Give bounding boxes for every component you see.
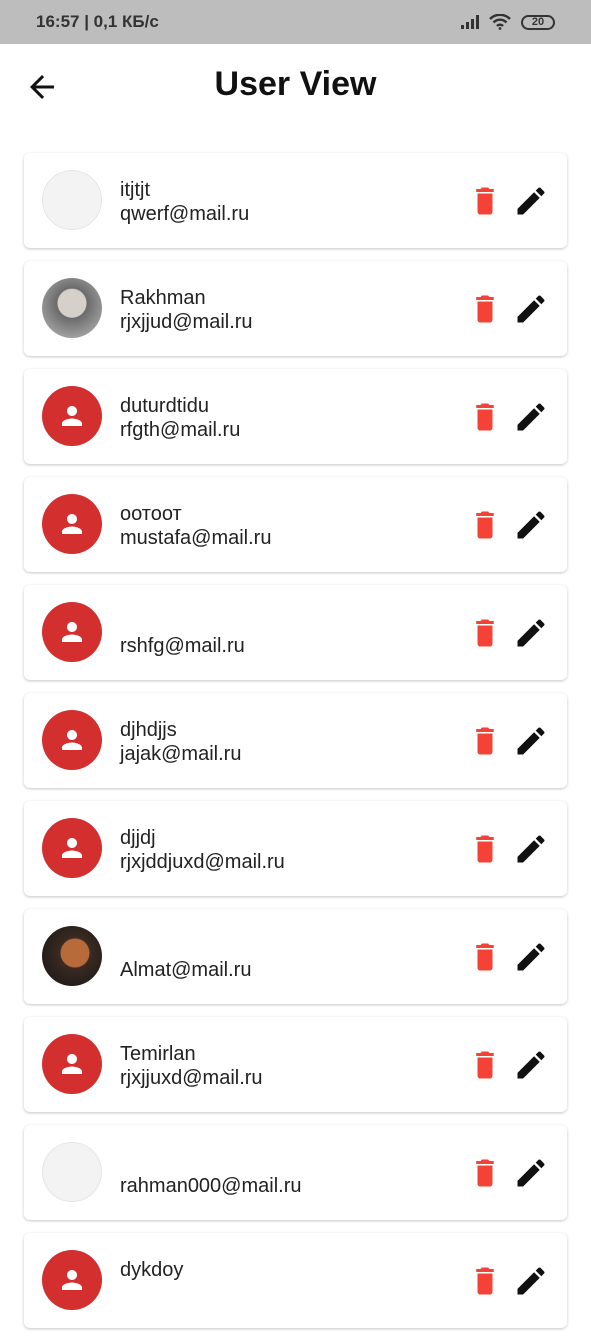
user-list: itjtjt qwerf@mail.ru Rakhman rjxjjud@mail.r…: [24, 153, 567, 1341]
user-email: rshfg@mail.ru: [120, 635, 245, 657]
avatar: [42, 602, 102, 662]
delete-icon[interactable]: [470, 939, 500, 975]
status-icons: 20: [461, 14, 555, 30]
edit-icon[interactable]: [513, 1263, 549, 1299]
user-card[interactable]: Rakhman rjxjjud@mail.ru: [24, 261, 567, 356]
edit-icon[interactable]: [513, 1155, 549, 1191]
edit-icon[interactable]: [513, 291, 549, 327]
delete-icon[interactable]: [470, 615, 500, 651]
user-email: qwerf@mail.ru: [120, 203, 250, 225]
user-name: djjdj: [120, 827, 156, 849]
user-email: rahman000@mail.ru: [120, 1175, 302, 1197]
avatar-photo: [42, 926, 102, 986]
delete-icon[interactable]: [470, 831, 500, 867]
delete-icon[interactable]: [470, 399, 500, 435]
user-card[interactable]: djjdj rjxjddjuxd@mail.ru: [24, 801, 567, 896]
person-icon: [62, 838, 82, 858]
user-name: dykdoy: [120, 1259, 184, 1281]
user-name: оотоот: [120, 503, 182, 525]
user-name: itjtjt: [120, 179, 150, 201]
user-card[interactable]: dykdoy: [24, 1233, 567, 1328]
edit-icon[interactable]: [513, 183, 549, 219]
edit-icon[interactable]: [513, 723, 549, 759]
person-icon: [62, 1054, 82, 1074]
user-name: djhdjjs: [120, 719, 177, 741]
user-card[interactable]: duturdtidu rfgth@mail.ru: [24, 369, 567, 464]
avatar-photo: [42, 170, 102, 230]
user-name: duturdtidu: [120, 395, 209, 417]
person-icon: [62, 1270, 82, 1290]
user-card[interactable]: itjtjt qwerf@mail.ru: [24, 153, 567, 248]
edit-icon[interactable]: [513, 1047, 549, 1083]
user-card[interactable]: Almat@mail.ru: [24, 909, 567, 1004]
avatar: [42, 494, 102, 554]
signal-icon: [461, 15, 479, 29]
person-icon: [62, 406, 82, 426]
delete-icon[interactable]: [470, 1155, 500, 1191]
person-icon: [62, 514, 82, 534]
edit-icon[interactable]: [513, 831, 549, 867]
user-card[interactable]: rahman000@mail.ru: [24, 1125, 567, 1220]
status-bar: 16:57 | 0,1 КБ/с 20: [0, 0, 591, 44]
user-email: rfgth@mail.ru: [120, 419, 241, 441]
wifi-icon: [489, 14, 511, 30]
edit-icon[interactable]: [513, 939, 549, 975]
avatar: [42, 818, 102, 878]
user-email: rjxjddjuxd@mail.ru: [120, 851, 285, 873]
delete-icon[interactable]: [470, 1047, 500, 1083]
avatar-photo: [42, 1142, 102, 1202]
edit-icon[interactable]: [513, 507, 549, 543]
avatar: [42, 1034, 102, 1094]
avatar: [42, 386, 102, 446]
user-name: Rakhman: [120, 287, 206, 309]
user-name: Temirlan: [120, 1043, 196, 1065]
status-time-speed: 16:57 | 0,1 КБ/с: [36, 12, 159, 31]
delete-icon[interactable]: [470, 723, 500, 759]
avatar-photo: [42, 278, 102, 338]
user-email: Almat@mail.ru: [120, 959, 252, 981]
user-email: rjxjjud@mail.ru: [120, 311, 253, 333]
user-email: rjxjjuxd@mail.ru: [120, 1067, 263, 1089]
delete-icon[interactable]: [470, 1263, 500, 1299]
user-email: jajak@mail.ru: [120, 743, 242, 765]
edit-icon[interactable]: [513, 615, 549, 651]
user-card[interactable]: rshfg@mail.ru: [24, 585, 567, 680]
edit-icon[interactable]: [513, 399, 549, 435]
person-icon: [62, 622, 82, 642]
delete-icon[interactable]: [470, 183, 500, 219]
user-card[interactable]: Temirlan rjxjjuxd@mail.ru: [24, 1017, 567, 1112]
battery-icon: 20: [521, 14, 555, 30]
delete-icon[interactable]: [470, 507, 500, 543]
avatar: [42, 710, 102, 770]
delete-icon[interactable]: [470, 291, 500, 327]
page-title: User View: [214, 65, 377, 103]
avatar: [42, 1250, 102, 1310]
user-email: mustafa@mail.ru: [120, 527, 272, 549]
user-card[interactable]: djhdjjs jajak@mail.ru: [24, 693, 567, 788]
person-icon: [62, 730, 82, 750]
user-card[interactable]: оотоот mustafa@mail.ru: [24, 477, 567, 572]
app-bar: User View: [0, 44, 591, 128]
